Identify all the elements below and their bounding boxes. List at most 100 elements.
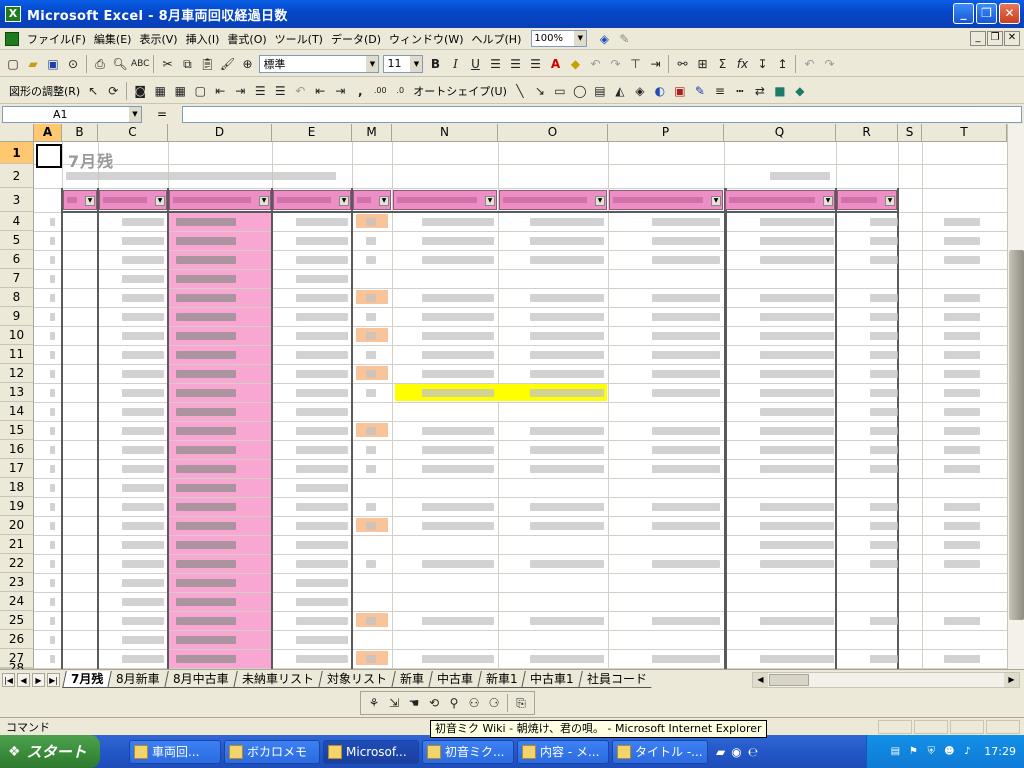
close-button[interactable]: ✕ [999,3,1020,24]
table-icon[interactable]: ▦ [151,81,169,101]
filter-header-cell[interactable]: ▼ [169,190,271,210]
row-header[interactable]: 14 [0,402,34,421]
oval-icon[interactable]: ◯ [571,81,589,101]
line-color-icon[interactable]: ✎ [691,81,709,101]
restore-button[interactable]: ❐ [976,3,997,24]
column-header[interactable]: A [34,124,62,142]
draw-menu[interactable]: 図形の調整(R) [6,83,83,99]
freeform-icon[interactable]: ☚ [405,693,423,713]
column-header[interactable]: N [392,124,498,142]
taskbar-item[interactable]: ボカロメモ [224,739,320,764]
column-header[interactable]: T [922,124,1007,142]
sheet-tab[interactable]: 中古車1 [521,671,582,688]
prev-sheet-icon[interactable]: ◀ [17,672,30,687]
picture-icon[interactable]: ▣ [671,81,689,101]
paste-icon[interactable]: 📋︎ [198,54,216,74]
clipart-icon[interactable]: ◐ [651,81,669,101]
filter-dropdown-icon[interactable]: ▼ [485,196,495,206]
font-size-select[interactable]: 11 ▼ [383,54,424,73]
align-justify-icon[interactable]: ☰ [251,81,269,101]
scroll-left-icon[interactable]: ◀ [753,673,768,687]
diagram-icon[interactable]: ◈ [631,81,649,101]
shape-tool-icon[interactable]: ⚘ [365,693,383,713]
sort-ascending-icon[interactable]: ↧ [753,54,771,74]
dash-style-icon[interactable]: ┅ [731,81,749,101]
next-sheet-icon[interactable]: ▶ [32,672,45,687]
indent-decrease-icon[interactable]: ⇤ [211,81,229,101]
sheet-tab[interactable]: 未納車リスト [232,671,322,688]
select-all-corner[interactable] [0,124,34,142]
row-header[interactable]: 22 [0,554,34,573]
title-bar[interactable]: X Microsoft Excel - 8月車両回収経過日数 _ ❐ ✕ [0,0,1024,28]
row-header[interactable]: 25 [0,611,34,630]
menu-item[interactable]: ウィンドウ(W) [385,31,467,47]
format-painter-icon[interactable]: 🖌︎ [218,54,236,74]
filter-header-cell[interactable]: ▼ [609,190,723,210]
align-left-icon[interactable]: ☰ [486,54,504,74]
taskbar-item[interactable]: 車両回... [129,739,221,764]
decrease-decimal-icon[interactable]: .0 [391,81,409,101]
filter-header-cell[interactable]: ▼ [99,190,167,210]
row-header[interactable]: 3 [0,188,34,212]
permission-icon[interactable]: ⊙ [64,54,82,74]
border-icon[interactable]: ▢ [191,81,209,101]
save-icon[interactable]: ▣ [44,54,62,74]
row-header[interactable]: 1 [0,142,34,164]
undo-alt-icon[interactable]: ↶ [800,54,818,74]
style-select[interactable]: 標準 ▼ [259,54,380,73]
print-preview-icon[interactable]: 🔍︎ [111,54,129,74]
column-header[interactable]: E [272,124,352,142]
name-box[interactable]: A1 ▼ [2,105,142,123]
column-header[interactable]: M [352,124,392,142]
column-header[interactable]: P [608,124,724,142]
vertical-scroll-thumb[interactable] [1009,250,1024,620]
sheet-tab[interactable]: 社員コード [578,671,655,688]
sort-descending-icon[interactable]: ↥ [773,54,791,74]
active-cell[interactable] [36,144,62,168]
redo-alt-icon[interactable]: ↷ [820,54,838,74]
connector-icon[interactable]: ⇲ [385,693,403,713]
arrow-style-icon[interactable]: ⇄ [751,81,769,101]
row-header[interactable]: 16 [0,440,34,459]
row-header[interactable]: 20 [0,516,34,535]
filter-dropdown-icon[interactable]: ▼ [885,196,895,206]
rectangle-icon[interactable]: ▭ [551,81,569,101]
chevron-down-icon[interactable]: ▼ [410,55,423,72]
column-header[interactable]: C [98,124,168,142]
equals-sign[interactable]: = [142,107,182,121]
ie-icon[interactable]: ℮ [748,745,758,759]
horizontal-scroll-thumb[interactable] [769,674,809,686]
scroll-right-icon[interactable]: ▶ [1004,673,1019,687]
undo-format-icon[interactable]: ↶ [291,81,309,101]
last-sheet-icon[interactable]: ▶| [47,672,60,687]
find-icon[interactable]: ⊕ [238,54,256,74]
cut-icon[interactable]: ✂ [158,54,176,74]
row-header[interactable]: 8 [0,288,34,307]
column-header[interactable]: S [898,124,922,142]
edit-points-icon[interactable]: ⟲ [425,693,443,713]
filter-dropdown-icon[interactable]: ▼ [711,196,721,206]
clipboard-icon[interactable]: ⎘ [512,693,530,713]
grid-icon[interactable]: ▦ [171,81,189,101]
indent-increase-icon[interactable]: ⇥ [231,81,249,101]
workbook-minimize-button[interactable]: _ [970,31,986,46]
row-header[interactable]: 19 [0,497,34,516]
row-header[interactable]: 5 [0,231,34,250]
hyperlink-icon[interactable]: ⚯ [673,54,691,74]
filter-header-cell[interactable]: ▼ [353,190,391,210]
sheet-tab[interactable]: 新車1 [476,671,526,688]
wordart-icon[interactable]: ◭ [611,81,629,101]
italic-button[interactable]: I [446,54,464,74]
line-icon[interactable]: ╲ [511,81,529,101]
folder-icon[interactable]: ▰ [716,745,725,759]
taskbar-item[interactable]: 内容 - メ... [517,739,609,764]
taskbar-item[interactable]: Microsof... [323,739,419,764]
messenger-icon[interactable]: ☻ [942,745,956,759]
rotate-icon[interactable]: ⟳ [104,81,122,101]
zoom-select[interactable]: 100% ▼ [531,30,588,47]
filter-header-cell[interactable]: ▼ [63,190,97,210]
column-header[interactable]: B [62,124,98,142]
chevron-down-icon[interactable]: ▼ [366,55,379,72]
align-right-icon[interactable]: ☰ [526,54,544,74]
menu-item[interactable]: 挿入(I) [182,31,224,47]
